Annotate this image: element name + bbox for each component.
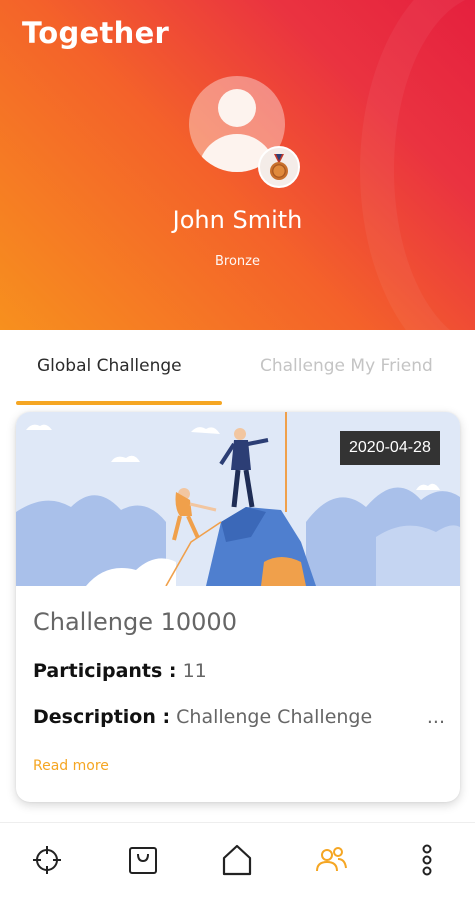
participants-value: 11	[182, 660, 207, 682]
header-decoration	[360, 0, 475, 330]
shopping-bag-icon[interactable]	[126, 843, 160, 877]
app-title: Together	[22, 16, 170, 50]
description-row: Description : Challenge Challenge ...	[33, 706, 445, 728]
user-level: Bronze	[215, 254, 260, 269]
description-value: Challenge Challenge	[176, 706, 373, 728]
crosshair-icon[interactable]	[30, 843, 64, 877]
tab-challenge-my-friend[interactable]: Challenge My Friend	[260, 356, 433, 376]
challenge-tabs: Global Challenge Challenge My Friend	[0, 330, 475, 406]
profile-header: Together John Smith Bronze	[0, 0, 475, 330]
medal-icon	[258, 146, 300, 188]
read-more-link[interactable]: Read more	[33, 758, 109, 774]
active-tab-indicator	[16, 401, 222, 405]
description-ellipsis: ...	[426, 706, 445, 728]
home-icon[interactable]	[220, 843, 254, 877]
tab-global-challenge[interactable]: Global Challenge	[37, 356, 182, 376]
participants-row: Participants : 11	[33, 660, 207, 682]
challenge-card[interactable]: 2020-04-28 Challenge 10000 Participants …	[16, 412, 460, 802]
user-name: John Smith	[172, 206, 303, 234]
people-icon[interactable]	[314, 843, 348, 877]
bottom-navigation	[0, 822, 475, 900]
description-label: Description :	[33, 706, 171, 728]
participants-label: Participants :	[33, 660, 177, 682]
avatar-head	[218, 89, 256, 127]
challenge-date-badge: 2020-04-28	[340, 431, 440, 465]
more-vertical-icon[interactable]	[410, 843, 444, 877]
challenge-title: Challenge 10000	[33, 608, 237, 636]
